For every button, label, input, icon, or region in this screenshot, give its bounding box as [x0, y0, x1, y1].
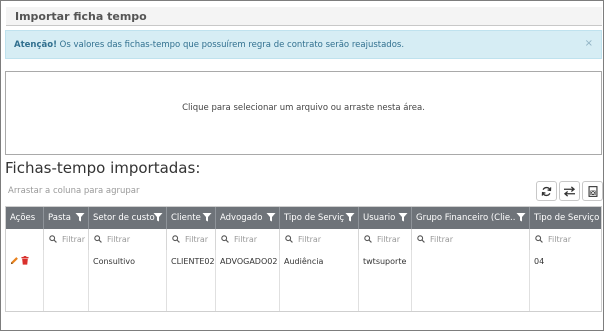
- section-title: Fichas-tempo importadas:: [5, 159, 201, 177]
- column-header-pasta[interactable]: Pasta: [44, 207, 89, 229]
- column-label: Advogado: [220, 213, 263, 223]
- refresh-button[interactable]: [536, 181, 557, 201]
- export-button[interactable]: [582, 181, 603, 201]
- cell-tipo-de-servico: Audiência: [280, 250, 359, 311]
- cell-setor-de-custo: Consultivo: [89, 250, 167, 311]
- search-icon: [172, 235, 180, 243]
- filter-placeholder: Filtrar: [185, 235, 209, 244]
- search-icon: [221, 235, 229, 243]
- window-titlebar: Importar ficha tempo: [6, 7, 602, 26]
- filter-input-tipo-de-servico-c[interactable]: Filtrar: [530, 229, 601, 250]
- alert-strong: Atenção!: [14, 40, 57, 50]
- column-label: Setor de custo: [93, 213, 155, 223]
- column-label: Cliente: [171, 213, 201, 223]
- filter-input-tipo-de-servico[interactable]: Filtrar: [280, 229, 359, 250]
- filter-placeholder: Filtrar: [107, 235, 131, 244]
- import-time-sheet-window: Importar ficha tempo Atenção! Os valores…: [0, 0, 604, 331]
- search-icon: [94, 235, 102, 243]
- swap-columns-button[interactable]: [559, 181, 580, 201]
- column-header-tipo-de-servico[interactable]: Tipo de Serviço: [280, 207, 359, 229]
- column-header-tipo-de-servico-c[interactable]: Tipo de Serviço C: [530, 207, 602, 229]
- filter-placeholder: Filtrar: [377, 235, 401, 244]
- column-header-setor-de-custo[interactable]: Setor de custo: [89, 207, 167, 229]
- cell-cliente: CLIENTE02: [167, 250, 216, 311]
- filter-cell-acoes: [6, 229, 44, 250]
- filter-icon[interactable]: [75, 212, 85, 222]
- filter-placeholder: Filtrar: [430, 235, 454, 244]
- cell-acoes: [6, 250, 44, 311]
- cell-usuario: twtsuporte: [359, 250, 412, 311]
- filter-icon[interactable]: [516, 212, 526, 222]
- filter-input-setor-de-custo[interactable]: Filtrar: [89, 229, 167, 250]
- time-sheets-grid: Ações Pasta Setor de custo Cliente Advog…: [5, 206, 602, 312]
- column-label: Tipo de Serviço C: [534, 213, 602, 223]
- cell-grupo-financeiro: [412, 250, 530, 311]
- cell-tipo-de-servico-c: 04: [530, 250, 601, 311]
- grid-header-row: Ações Pasta Setor de custo Cliente Advog…: [6, 207, 602, 229]
- search-icon: [49, 235, 57, 243]
- filter-icon[interactable]: [345, 212, 355, 222]
- filter-input-advogado[interactable]: Filtrar: [216, 229, 280, 250]
- attention-alert: Atenção! Os valores das fichas-tempo que…: [5, 30, 602, 59]
- cell-value: 04: [534, 257, 545, 266]
- drop-zone-text: Clique para selecionar um arquivo ou arr…: [182, 103, 425, 113]
- grid-filter-row: Filtrar Filtrar Filtrar Filtrar Filtrar …: [6, 229, 601, 251]
- column-label: Usuario: [363, 213, 396, 223]
- column-label: Tipo de Serviço: [284, 213, 344, 223]
- search-icon: [364, 235, 372, 243]
- filter-input-usuario[interactable]: Filtrar: [359, 229, 412, 250]
- filter-placeholder: Filtrar: [234, 235, 258, 244]
- column-header-advogado[interactable]: Advogado: [216, 207, 280, 229]
- search-icon: [417, 235, 425, 243]
- table-row[interactable]: Consultivo CLIENTE02 ADVOGADO02 Audiênci…: [6, 250, 601, 311]
- column-header-usuario[interactable]: Usuario: [359, 207, 412, 229]
- search-icon: [285, 235, 293, 243]
- cell-value: Audiência: [284, 257, 324, 266]
- filter-placeholder: Filtrar: [548, 235, 572, 244]
- filter-input-pasta[interactable]: Filtrar: [44, 229, 89, 250]
- edit-icon[interactable]: [10, 256, 19, 265]
- filter-icon[interactable]: [202, 212, 212, 222]
- cell-value: CLIENTE02: [171, 257, 215, 266]
- filter-placeholder: Filtrar: [62, 235, 86, 244]
- refresh-icon: [541, 186, 552, 196]
- column-label: Pasta: [48, 213, 71, 223]
- filter-icon[interactable]: [398, 212, 408, 222]
- swap-icon: [563, 185, 576, 197]
- filter-input-grupo-financeiro[interactable]: Filtrar: [412, 229, 530, 250]
- window-title: Importar ficha tempo: [15, 10, 147, 23]
- column-label: Ações: [10, 213, 36, 223]
- column-header-cliente[interactable]: Cliente: [167, 207, 216, 229]
- cell-value: ADVOGADO02: [220, 257, 278, 266]
- search-icon: [535, 235, 543, 243]
- group-by-drop-area[interactable]: Arrastar a coluna para agrupar: [8, 186, 139, 196]
- cell-advogado: ADVOGADO02: [216, 250, 280, 311]
- filter-icon[interactable]: [153, 212, 163, 222]
- file-drop-zone[interactable]: Clique para selecionar um arquivo ou arr…: [5, 71, 602, 155]
- filter-icon[interactable]: [266, 212, 276, 222]
- column-label: Grupo Financeiro (Clie...: [416, 213, 515, 223]
- alert-text: Os valores das fichas-tempo que possuíre…: [56, 40, 405, 50]
- alert-message: Atenção! Os valores das fichas-tempo que…: [14, 40, 404, 50]
- excel-export-icon: [588, 185, 597, 197]
- filter-input-cliente[interactable]: Filtrar: [167, 229, 216, 250]
- cell-pasta: [44, 250, 89, 311]
- delete-icon[interactable]: [21, 256, 29, 265]
- alert-close-button[interactable]: ×: [585, 38, 593, 49]
- filter-placeholder: Filtrar: [298, 235, 322, 244]
- cell-value: twtsuporte: [363, 257, 407, 266]
- column-header-acoes[interactable]: Ações: [6, 207, 44, 229]
- cell-value: Consultivo: [93, 257, 135, 266]
- column-header-grupo-financeiro[interactable]: Grupo Financeiro (Clie...: [412, 207, 530, 229]
